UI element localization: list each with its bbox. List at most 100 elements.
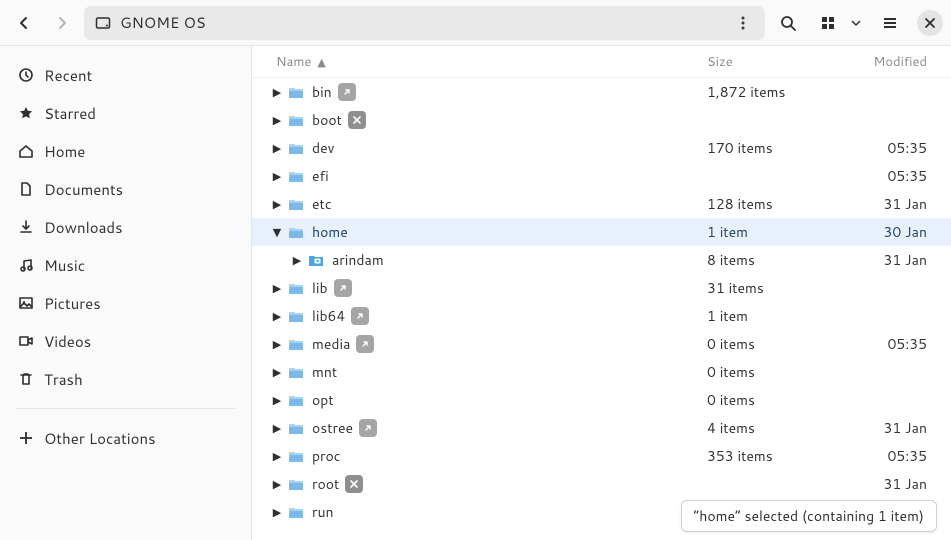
file-row[interactable]: ▶ boot bbox=[252, 106, 951, 134]
file-size: 4 items bbox=[707, 418, 837, 438]
folder-icon bbox=[286, 477, 306, 491]
clock-icon bbox=[18, 67, 44, 83]
folder-icon bbox=[286, 449, 306, 463]
sidebar-item-downloads[interactable]: Downloads bbox=[0, 208, 251, 246]
folder-icon bbox=[306, 253, 326, 267]
file-size: 0 items bbox=[707, 334, 837, 354]
symlink-badge-icon bbox=[359, 419, 377, 437]
sidebar-separator bbox=[16, 408, 235, 409]
search-button[interactable] bbox=[771, 6, 805, 40]
expander-icon[interactable]: ▶ bbox=[268, 504, 286, 520]
symlink-badge-icon bbox=[356, 335, 374, 353]
expander-icon[interactable]: ▶ bbox=[268, 476, 286, 492]
file-size: 128 items bbox=[707, 194, 837, 214]
file-name: root bbox=[312, 474, 339, 494]
sidebar: RecentStarredHomeDocuments Downloads Music… bbox=[0, 46, 252, 540]
hamburger-menu-button[interactable] bbox=[873, 6, 907, 40]
expander-icon[interactable]: ▶ bbox=[268, 84, 286, 100]
file-row[interactable]: ▶efi05:35 bbox=[252, 162, 951, 190]
expander-icon[interactable]: ▶ bbox=[268, 448, 286, 464]
expander-icon[interactable]: ▶ bbox=[268, 168, 286, 184]
file-modified: 05:35 bbox=[837, 138, 927, 158]
video-icon bbox=[18, 333, 44, 349]
back-button[interactable] bbox=[8, 7, 40, 39]
file-row[interactable]: ▶arindam8 items31 Jan bbox=[252, 246, 951, 274]
sidebar-item-trash[interactable]: Trash bbox=[0, 360, 251, 398]
column-header-modified[interactable]: Modified bbox=[837, 53, 927, 71]
column-header-name[interactable]: Name ▲ bbox=[276, 53, 707, 71]
sidebar-item-other-locations[interactable]: Other Locations bbox=[0, 419, 251, 457]
disk-icon bbox=[94, 14, 112, 32]
close-button[interactable] bbox=[917, 10, 943, 36]
sidebar-item-music[interactable]: Music bbox=[0, 246, 251, 284]
folder-icon bbox=[286, 393, 306, 407]
expander-icon[interactable]: ▶ bbox=[268, 280, 286, 296]
expander-icon[interactable]: ▶ bbox=[288, 252, 306, 268]
file-row[interactable]: ▶bin1,872 items bbox=[252, 78, 951, 106]
file-row[interactable]: ▶lib31 items bbox=[252, 274, 951, 302]
location-more-icon[interactable] bbox=[731, 16, 755, 30]
sort-ascending-icon: ▲ bbox=[317, 54, 325, 70]
file-name: media bbox=[312, 334, 350, 354]
expander-icon[interactable]: ▶ bbox=[268, 420, 286, 436]
file-size: 31 items bbox=[707, 278, 837, 298]
plus-icon bbox=[18, 430, 44, 446]
file-name: boot bbox=[312, 110, 342, 130]
picture-icon bbox=[18, 295, 44, 311]
expander-icon[interactable]: ▶ bbox=[268, 196, 286, 212]
sidebar-item-videos[interactable]: Videos bbox=[0, 322, 251, 360]
expander-icon[interactable]: ▶ bbox=[268, 112, 286, 128]
sidebar-item-label: Downloads bbox=[44, 217, 123, 238]
sidebar-item-home[interactable]: Home bbox=[0, 132, 251, 170]
sidebar-item-pictures[interactable]: Pictures bbox=[0, 284, 251, 322]
forward-button[interactable] bbox=[46, 7, 78, 39]
expander-icon[interactable]: ▶ bbox=[268, 336, 286, 352]
sidebar-item-label: Pictures bbox=[44, 293, 101, 314]
file-row[interactable]: ▶lib641 item bbox=[252, 302, 951, 330]
sidebar-item-documents[interactable]: Documents bbox=[0, 170, 251, 208]
file-name: efi bbox=[312, 166, 329, 186]
folder-icon bbox=[286, 225, 306, 239]
file-row[interactable]: ▶proc353 items05:35 bbox=[252, 442, 951, 470]
file-modified: 05:35 bbox=[837, 334, 927, 354]
sidebar-item-recent[interactable]: Recent bbox=[0, 56, 251, 94]
file-size: 1 item bbox=[707, 222, 837, 242]
expander-icon[interactable]: ▶ bbox=[268, 392, 286, 408]
symlink-badge-icon bbox=[334, 279, 352, 297]
file-row[interactable]: ▶ostree4 items31 Jan bbox=[252, 414, 951, 442]
folder-icon bbox=[286, 85, 306, 99]
file-modified: 30 Jan bbox=[837, 222, 927, 242]
home-icon bbox=[18, 143, 44, 159]
file-name: bin bbox=[312, 82, 332, 102]
music-icon bbox=[18, 257, 44, 273]
file-row[interactable]: ▶etc128 items31 Jan bbox=[252, 190, 951, 218]
file-row[interactable]: ▼home1 item30 Jan bbox=[252, 218, 951, 246]
file-modified: 31 Jan bbox=[837, 250, 927, 270]
expander-icon[interactable]: ▶ bbox=[268, 364, 286, 380]
file-modified: 31 Jan bbox=[837, 418, 927, 438]
folder-icon bbox=[286, 421, 306, 435]
view-grid-button[interactable] bbox=[811, 6, 845, 40]
expander-icon[interactable]: ▼ bbox=[268, 224, 286, 240]
file-modified: 31 Jan bbox=[837, 194, 927, 214]
file-modified: 05:35 bbox=[837, 446, 927, 466]
file-name: dev bbox=[312, 138, 334, 158]
view-dropdown-button[interactable] bbox=[845, 6, 867, 40]
column-header-size[interactable]: Size bbox=[707, 53, 837, 71]
file-row[interactable]: ▶opt0 items bbox=[252, 386, 951, 414]
noaccess-badge-icon bbox=[348, 111, 366, 129]
file-row[interactable]: ▶ root 31 Jan bbox=[252, 470, 951, 498]
status-bar: “home” selected (containing 1 item) bbox=[681, 500, 937, 532]
file-row[interactable]: ▶dev170 items05:35 bbox=[252, 134, 951, 162]
sidebar-item-label: Other Locations bbox=[44, 428, 156, 449]
file-row[interactable]: ▶ media 0 items05:35 bbox=[252, 330, 951, 358]
file-row[interactable]: ▶mnt0 items bbox=[252, 358, 951, 386]
star-icon bbox=[18, 105, 44, 121]
download-icon bbox=[18, 219, 44, 235]
file-name: opt bbox=[312, 390, 334, 410]
sidebar-item-starred[interactable]: Starred bbox=[0, 94, 251, 132]
expander-icon[interactable]: ▶ bbox=[268, 140, 286, 156]
expander-icon[interactable]: ▶ bbox=[268, 308, 286, 324]
location-bar[interactable]: GNOME OS bbox=[84, 6, 765, 40]
file-modified: 31 Jan bbox=[837, 474, 927, 494]
